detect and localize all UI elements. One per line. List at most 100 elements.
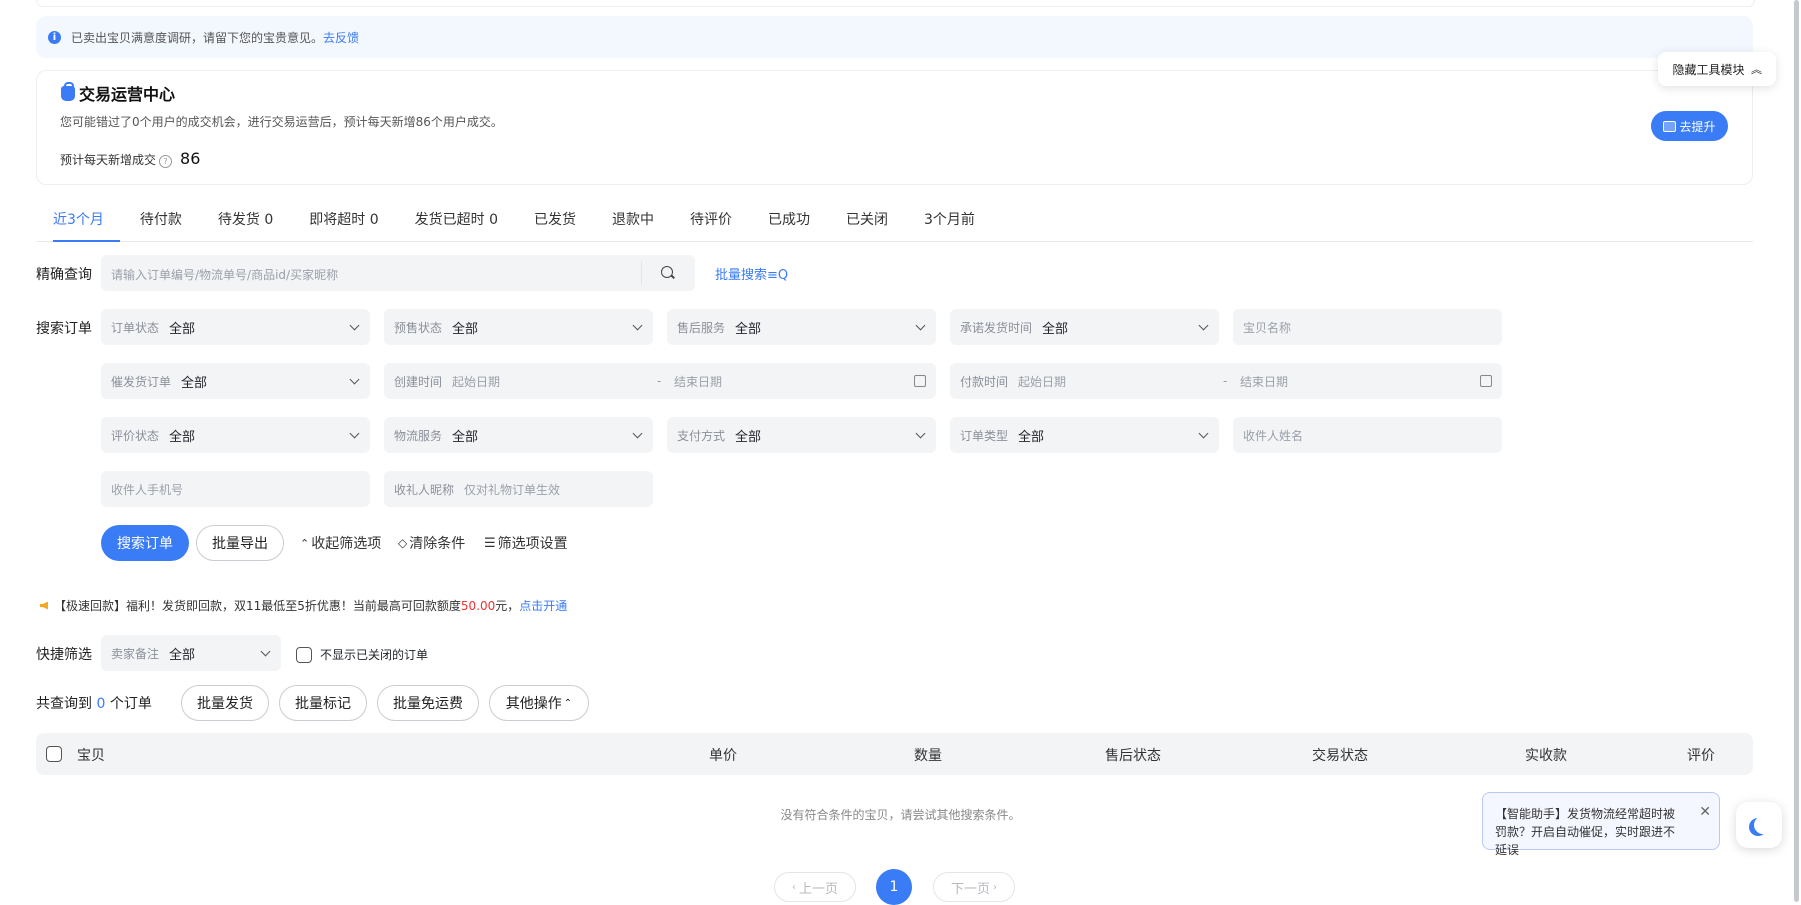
chevron-up-icon: ⌃	[300, 536, 310, 550]
moon-icon	[1754, 816, 1772, 834]
batch-mark-button[interactable]: 批量标记	[279, 685, 367, 721]
order-status-select[interactable]: 订单状态 全部	[101, 309, 370, 345]
speaker-icon	[40, 601, 48, 610]
field-label: 订单类型	[960, 428, 1009, 443]
tab-shipped[interactable]: 已发货	[516, 205, 594, 241]
presale-status-select[interactable]: 预售状态 全部	[384, 309, 653, 345]
hide-closed-orders[interactable]: 不显示已关闭的订单	[296, 646, 428, 663]
tab-refunding[interactable]: 退款中	[594, 205, 672, 241]
trade-ops-card: 交易运营中心 您可能错过了0个用户的成交机会，进行交易运营后，预计每天新增86个…	[36, 70, 1753, 185]
chevron-down-icon	[915, 428, 926, 438]
promo-text-suffix: 元，	[495, 599, 520, 613]
tab-pending-shipment[interactable]: 待发货 0	[200, 205, 291, 241]
field-label: 承诺发货时间	[960, 320, 1033, 335]
search-icon[interactable]	[661, 266, 673, 278]
hide-closed-checkbox[interactable]	[296, 646, 312, 663]
stat-value: 86	[180, 149, 201, 168]
col-item: 宝贝	[77, 748, 105, 764]
field-label: 支付方式	[677, 428, 726, 443]
result-suffix: 个订单	[109, 696, 152, 712]
field-label: 收礼人昵称	[394, 482, 455, 497]
help-icon[interactable]: ?	[159, 155, 173, 168]
page-1-button[interactable]: 1	[876, 869, 912, 905]
ops-card-title-text: 交易运营中心	[79, 85, 176, 104]
tab-closed[interactable]: 已关闭	[828, 205, 906, 241]
start-date: 起始日期	[452, 374, 501, 389]
field-value: 全部	[452, 321, 479, 337]
search-orders-button[interactable]: 搜索订单	[101, 525, 189, 561]
tab-near-timeout[interactable]: 即将超时 0	[291, 205, 396, 241]
promo-amount: 50.00	[460, 598, 496, 613]
night-mode-button[interactable]	[1736, 802, 1782, 848]
field-label: 售后服务	[677, 320, 726, 335]
tab-recent-3-months[interactable]: 近3个月	[36, 205, 122, 242]
order-table-header: 宝贝 单价 数量 售后状态 交易状态 实收款 评价	[36, 733, 1753, 775]
ops-card-title: 交易运营中心	[61, 81, 175, 105]
end-date: 结束日期	[1240, 374, 1289, 389]
order-type-select[interactable]: 订单类型 全部	[950, 417, 1219, 453]
create-time-range[interactable]: 创建时间 起始日期 - 结束日期	[384, 363, 936, 399]
tab-ship-timeout[interactable]: 发货已超时 0	[397, 205, 516, 241]
aftersale-select[interactable]: 售后服务 全部	[667, 309, 936, 345]
fast-payback-promo: 【极速回款】福利！发货即回款，双11最低至5折优惠！当前最高可回款额度 50.00…	[40, 597, 567, 614]
item-name-input[interactable]: 宝贝名称	[1233, 309, 1502, 345]
chevron-down-icon	[1198, 428, 1209, 438]
field-value: 全部	[1042, 321, 1069, 337]
precise-search-label: 精确查询	[36, 267, 92, 283]
review-status-select[interactable]: 评价状态 全部	[101, 417, 370, 453]
collapse-filters-button[interactable]: ⌃ 收起筛选项	[300, 533, 381, 553]
tab-pending-payment[interactable]: 待付款	[122, 205, 200, 241]
batch-search-label: 批量搜索	[715, 268, 768, 283]
receiver-phone-input[interactable]: 收件人手机号	[101, 471, 370, 507]
logistics-select[interactable]: 物流服务 全部	[384, 417, 653, 453]
item-name-placeholder: 宝贝名称	[1243, 320, 1292, 335]
col-aftersale-status: 售后状态	[1105, 748, 1161, 764]
field-value: 全部	[1018, 429, 1045, 445]
smart-assistant-popup[interactable]: 【智能助手】发货物流经常超时被罚款？开启自动催促，实时跟进不延误 ✕	[1482, 792, 1720, 857]
tab-pending-review[interactable]: 待评价	[672, 205, 750, 241]
close-icon[interactable]: ✕	[1699, 803, 1711, 821]
info-icon: i	[48, 30, 61, 44]
pay-time-range[interactable]: 付款时间 起始日期 - 结束日期	[950, 363, 1502, 399]
date-separator: -	[1223, 374, 1228, 388]
other-actions-button[interactable]: 其他操作 ⌃	[489, 685, 589, 721]
field-value: 全部	[735, 429, 762, 445]
batch-export-button[interactable]: 批量导出	[196, 525, 284, 561]
field-value: 全部	[735, 321, 762, 337]
gift-nick-input[interactable]: 收礼人昵称 仅对礼物订单生效	[384, 471, 653, 507]
prev-page-button[interactable]: ‹ 上一页	[774, 872, 856, 902]
filter-settings-button[interactable]: ☰ 筛选项设置	[484, 533, 568, 553]
boost-button[interactable]: 去提升	[1651, 111, 1728, 141]
pay-method-select[interactable]: 支付方式 全部	[667, 417, 936, 453]
tab-succeeded[interactable]: 已成功	[750, 205, 828, 241]
chevron-down-icon	[915, 320, 926, 330]
chevron-right-icon: ›	[993, 881, 997, 893]
batch-search-link[interactable]: 批量搜索≡Q	[715, 264, 788, 283]
scrollbar[interactable]	[1794, 0, 1799, 902]
field-label: 催发货订单	[111, 374, 172, 389]
collapse-filters-label: 收起筛选项	[311, 536, 382, 552]
other-actions-label: 其他操作	[505, 696, 562, 712]
chat-icon	[1663, 120, 1677, 132]
clear-conditions-button[interactable]: ◇ 清除条件	[398, 533, 465, 553]
urge-order-select[interactable]: 催发货订单 全部	[101, 363, 370, 399]
chevron-left-icon: ‹	[791, 881, 796, 893]
next-page-button[interactable]: 下一页 ›	[933, 872, 1015, 902]
hide-tools-button[interactable]: 隐藏工具模块 ︾	[1658, 52, 1776, 86]
batch-free-shipping-button[interactable]: 批量免运费	[377, 685, 479, 721]
batch-ship-button[interactable]: 批量发货	[181, 685, 269, 721]
field-label: 订单状态	[111, 320, 160, 335]
field-value: 全部	[169, 321, 196, 337]
promo-open-link[interactable]: 点击开通	[519, 597, 567, 614]
feedback-link[interactable]: 去反馈	[323, 29, 359, 46]
seller-note-select[interactable]: 卖家备注 全部	[101, 635, 281, 671]
chevron-down-icon	[632, 428, 643, 438]
field-label: 付款时间	[960, 374, 1009, 389]
receiver-name-input[interactable]: 收件人姓名	[1233, 417, 1502, 453]
select-all-checkbox[interactable]	[46, 746, 62, 762]
prev-page-label: 上一页	[798, 881, 838, 897]
promise-time-select[interactable]: 承诺发货时间 全部	[950, 309, 1219, 345]
precise-search-input[interactable]: 请输入订单编号/物流单号/商品id/买家昵称	[101, 255, 695, 291]
tab-before-3-months[interactable]: 3个月前	[906, 205, 993, 241]
search-orders-label: 搜索订单	[36, 321, 92, 337]
